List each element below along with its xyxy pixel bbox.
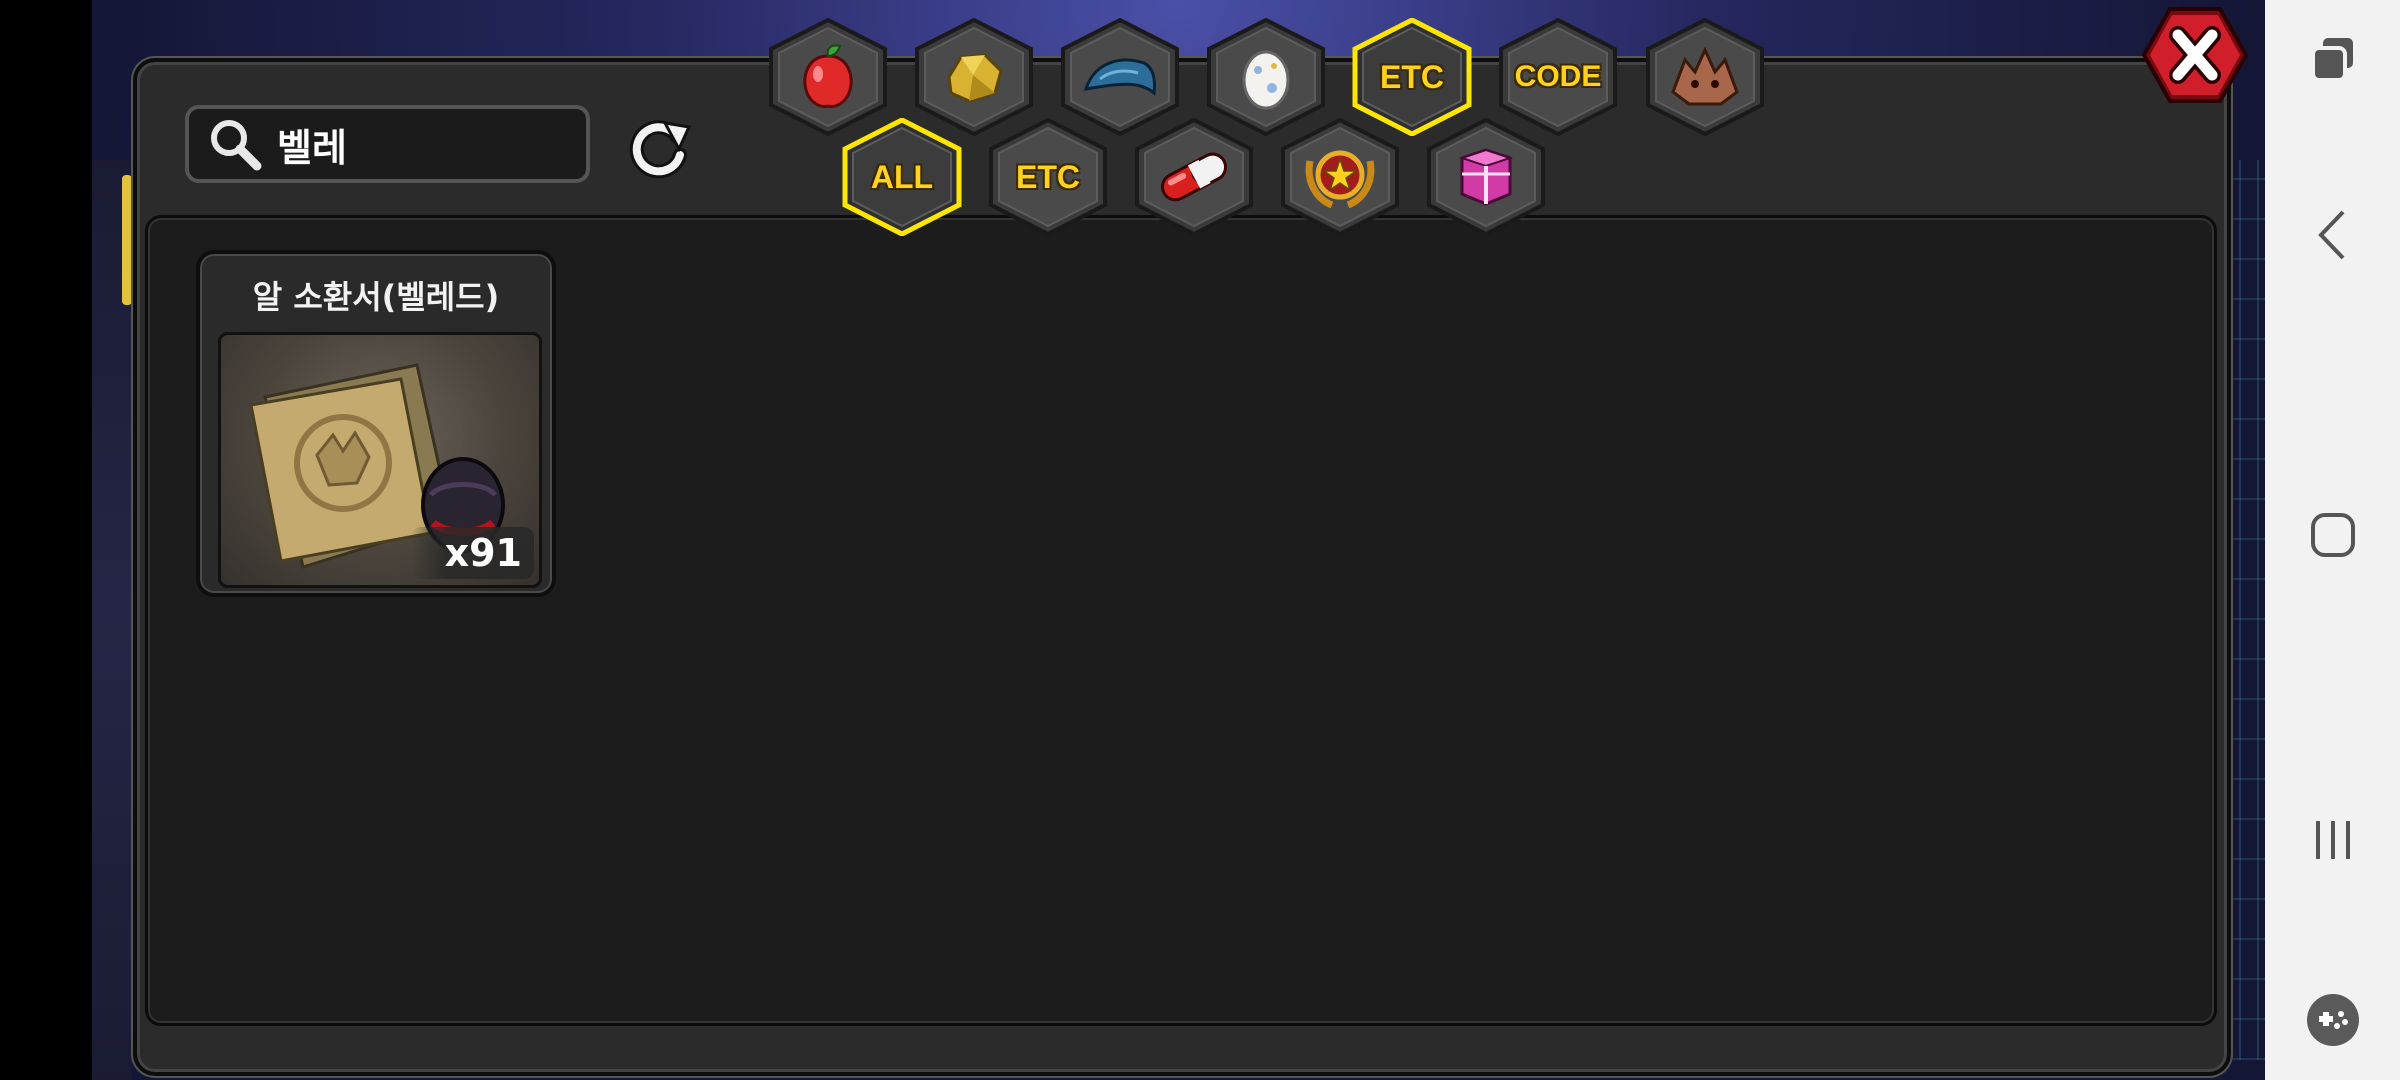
red-fruit-icon: [803, 44, 853, 108]
tab-capsule[interactable]: [1133, 118, 1255, 236]
tab-all-label: ALL: [870, 158, 934, 195]
tab-medal[interactable]: [1279, 118, 1401, 236]
item-count: x91: [410, 527, 534, 579]
search-input[interactable]: 벨레: [185, 105, 590, 183]
game-tools-button[interactable]: [2265, 990, 2400, 1050]
gamepad-icon: [2306, 994, 2359, 1046]
back-chevron-icon: [2317, 210, 2344, 260]
red-capsule-icon: [1160, 152, 1228, 202]
back-button[interactable]: [2265, 205, 2400, 265]
inventory-item-card[interactable]: 알 소환서(벨레드) x91: [196, 250, 556, 597]
dragon-head-icon: [1671, 46, 1739, 106]
recents-icon: [2315, 821, 2350, 859]
star-medal-icon: [1305, 150, 1375, 209]
gold-ore-icon: [947, 53, 1003, 103]
tab-etc-bottom-label: ETC: [1016, 158, 1080, 195]
home-button[interactable]: [2265, 505, 2400, 565]
close-icon: [2141, 7, 2249, 103]
multi-window-icon: [2310, 38, 2353, 82]
item-name: 알 소환서(벨레드): [252, 278, 500, 316]
tab-etc-bottom[interactable]: ETC: [987, 118, 1109, 236]
refresh-button[interactable]: [622, 112, 697, 182]
refresh-icon: [629, 120, 691, 179]
android-navigation-bar: [2265, 0, 2400, 1080]
tab-etc-top-label: ETC: [1380, 58, 1444, 95]
tab-monster[interactable]: [1644, 18, 1766, 136]
tab-code-label: CODE: [1514, 60, 1602, 93]
background-gold-strip: [122, 175, 132, 305]
gift-box-icon: [1458, 148, 1514, 206]
blue-scale-icon: [1083, 58, 1156, 96]
tab-all[interactable]: ALL: [841, 118, 963, 236]
home-square-icon: [2310, 513, 2355, 557]
tab-gift[interactable]: [1425, 118, 1547, 236]
search-icon: [211, 120, 262, 171]
egg-icon: [1242, 50, 1290, 110]
screen-mode-button[interactable]: [2265, 30, 2400, 90]
close-button[interactable]: [2140, 5, 2250, 105]
search-query-text: 벨레: [277, 125, 347, 170]
recents-button[interactable]: [2265, 810, 2400, 870]
